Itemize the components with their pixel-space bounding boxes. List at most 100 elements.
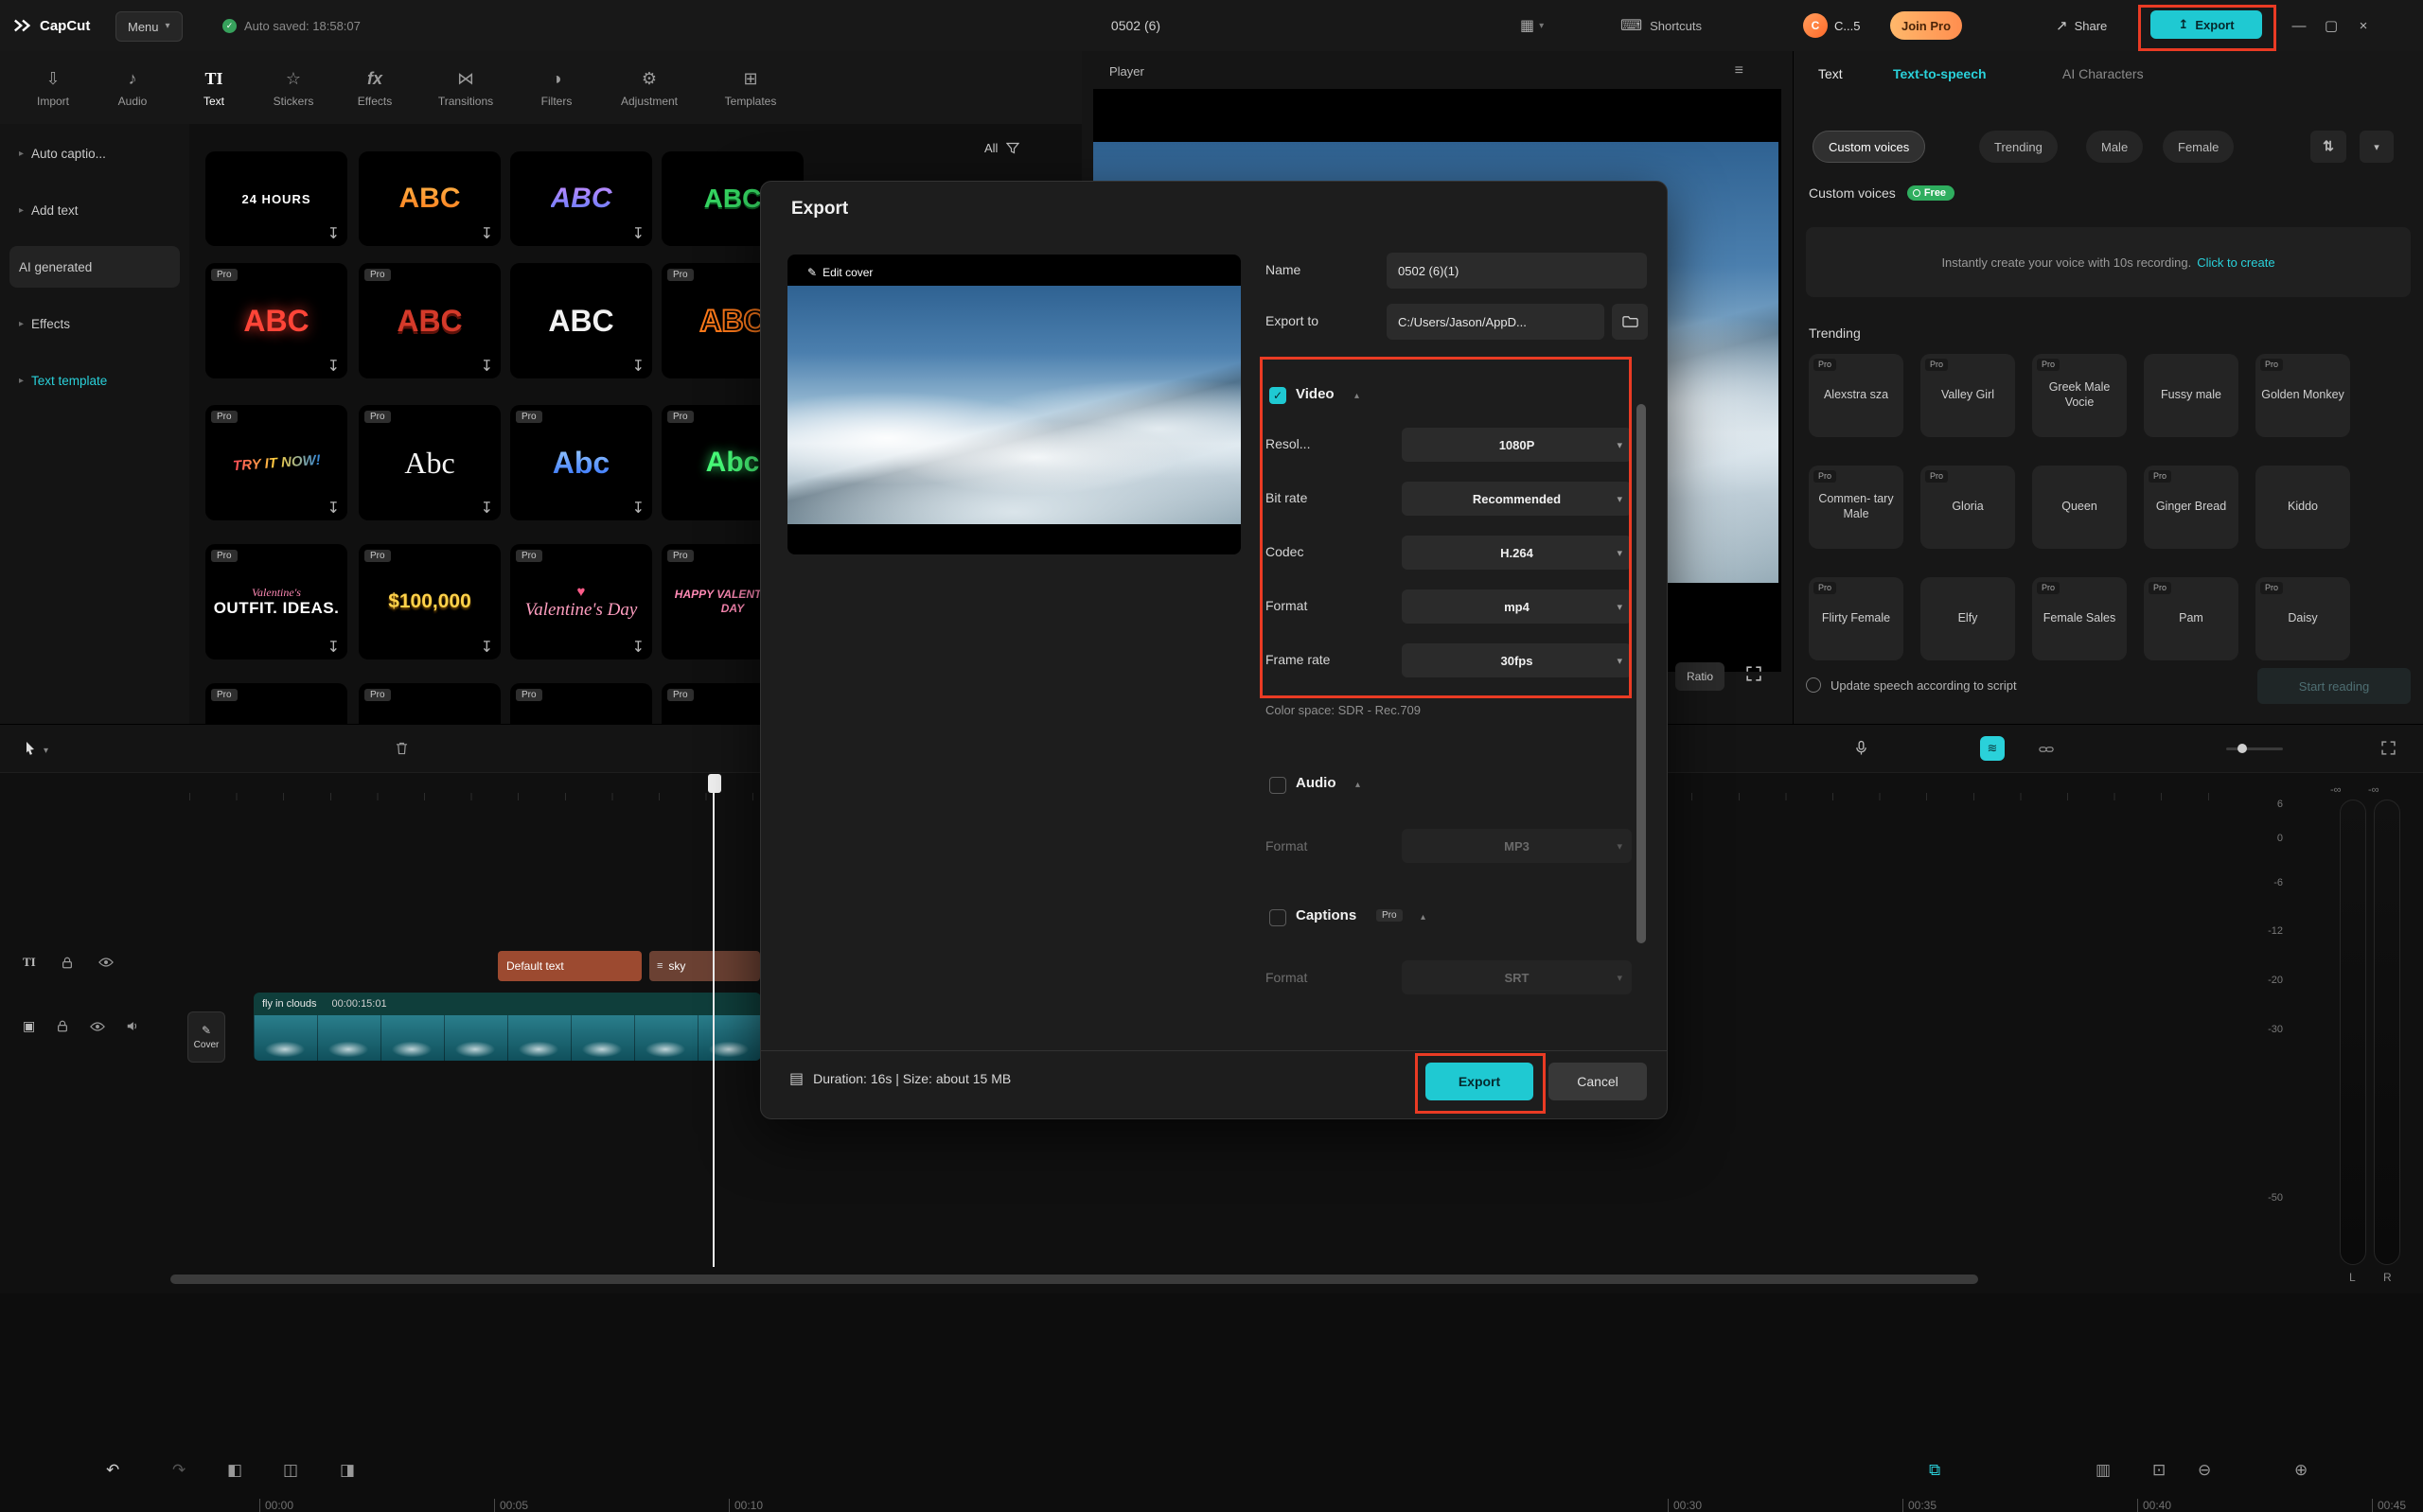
sort-voices-button[interactable]: ⇅ [2310,131,2346,163]
template-card[interactable]: ProHatta [205,683,347,724]
tab-text[interactable]: TI Text [182,59,246,117]
voice-card[interactable]: Pro Gloria [1920,466,2015,549]
name-input[interactable]: 0502 (6)(1) [1387,253,1647,289]
video-clip-fly-in-clouds[interactable]: fly in clouds 00:00:15:01 [254,993,761,1061]
download-icon[interactable]: ↧ [632,357,645,376]
template-card[interactable]: Pro $100,000 ↧ [359,544,501,659]
select-tool-icon[interactable] [25,741,36,756]
resolution-dropdown[interactable]: 1080P ▾ [1402,428,1632,462]
template-card[interactable]: ProABC↧ [205,263,347,378]
playhead-handle[interactable] [708,774,721,793]
tab-transitions[interactable]: ⋈ Transitions [411,59,521,117]
template-card[interactable]: ProAbc↧ [359,405,501,520]
pill-male[interactable]: Male [2086,131,2144,163]
lock-icon[interactable] [61,956,74,970]
tab-stickers[interactable]: ☆ Stickers [250,59,337,117]
library-filter[interactable]: All [984,141,1020,155]
cancel-button[interactable]: Cancel [1548,1063,1647,1100]
tab-text-to-speech[interactable]: Text-to-speech [1893,66,1987,81]
template-card[interactable]: ABC↧ [359,151,501,246]
collapse-filters-button[interactable]: ▾ [2360,131,2394,163]
export-confirm-button[interactable]: Export [1425,1063,1533,1100]
tab-effects[interactable]: fx Effects [343,59,407,117]
codec-dropdown[interactable]: H.264 ▾ [1402,536,1632,570]
tab-audio[interactable]: ♪ Audio [99,59,166,117]
trim-left-icon[interactable]: ◧ [227,1461,242,1480]
fullscreen-icon[interactable] [1746,666,1761,681]
fit-timeline-icon[interactable] [2381,741,2396,755]
download-icon[interactable]: ↧ [632,224,645,243]
minimize-button[interactable]: — [2283,18,2315,34]
cover-button[interactable]: ✎ Cover [187,1011,225,1063]
join-pro-button[interactable]: Join Pro [1890,11,1963,40]
link-icon[interactable] [2039,745,2054,754]
pill-custom-voices[interactable]: Custom voices [1813,131,1926,163]
voice-card[interactable]: Pro Pam [2144,577,2238,660]
export-button-top[interactable]: ↥ Export [2150,10,2262,39]
download-icon[interactable]: ↧ [327,224,340,243]
split-icon[interactable]: ◫ [283,1461,298,1480]
voice-card[interactable]: Pro Flirty Female [1809,577,1903,660]
tab-adjustment[interactable]: ⚙ Adjustment [592,59,706,117]
chevron-down-icon[interactable]: ▾ [44,746,48,756]
download-icon[interactable]: ↧ [327,499,340,518]
tab-text-panel[interactable]: Text [1818,66,1843,81]
download-icon[interactable]: ↧ [632,499,645,518]
export-path-input[interactable]: C:/Users/Jason/AppD... [1387,304,1604,340]
voice-card[interactable]: Elfy [1920,577,2015,660]
zoom-slider[interactable] [2226,744,2283,753]
download-icon[interactable]: ↧ [481,357,493,376]
template-card[interactable]: ABC↧ [510,263,652,378]
browse-folder-button[interactable] [1612,304,1648,340]
download-icon[interactable]: ↧ [481,638,493,657]
collapse-captions-icon[interactable]: ▴ [1421,912,1425,923]
undo-icon[interactable]: ↶ [106,1461,119,1480]
template-card[interactable]: ABC↧ [510,151,652,246]
split-view-icon[interactable]: ▥ [2096,1461,2111,1480]
video-checkbox[interactable]: ✓ [1269,387,1286,404]
template-card[interactable]: ProAbc↧ [510,405,652,520]
voice-card[interactable]: Pro Ginger Bread [2144,466,2238,549]
download-icon[interactable]: ↧ [327,638,340,657]
voice-card[interactable]: Pro Female Sales [2032,577,2127,660]
captions-checkbox[interactable] [1269,909,1286,926]
tab-filters[interactable]: ◑ Filters [524,59,589,117]
collapse-video-icon[interactable]: ▴ [1354,391,1359,401]
download-icon[interactable]: ↧ [632,638,645,657]
share-button[interactable]: ↗ Share [2056,0,2107,51]
voice-card[interactable]: Fussy male [2144,354,2238,437]
voice-card[interactable]: Pro Commen- tary Male [1809,466,1903,549]
bitrate-dropdown[interactable]: Recommended ▾ [1402,482,1632,516]
zoom-in-icon[interactable]: ⊕ [2294,1461,2308,1480]
maximize-button[interactable]: ▢ [2315,17,2347,34]
trim-right-icon[interactable]: ◨ [340,1461,355,1480]
download-icon[interactable]: ↧ [481,499,493,518]
audio-checkbox[interactable] [1269,777,1286,794]
display-icon[interactable]: ⊡ [2152,1461,2166,1480]
close-button[interactable]: × [2347,18,2379,34]
speaker-icon[interactable] [126,1020,139,1032]
sidebar-item-add-text[interactable]: ▸ Add text [9,189,180,231]
timeline-scrollbar[interactable] [170,1275,1978,1284]
voice-card[interactable]: Pro Greek Male Vocie [2032,354,2127,437]
sidebar-item-effects[interactable]: ▸ Effects [9,303,180,344]
voice-card[interactable]: Kiddo [2255,466,2350,549]
template-card[interactable]: ProABC↧ [359,263,501,378]
download-icon[interactable]: ↧ [327,357,340,376]
text-clip-default-text[interactable]: Default text [498,951,642,981]
voice-card[interactable]: Queen [2032,466,2127,549]
sidebar-item-ai-generated[interactable]: AI generated [9,246,180,288]
menu-button[interactable]: Menu ▾ [115,11,183,42]
eye-icon[interactable] [97,957,114,968]
download-icon[interactable]: ↧ [481,224,493,243]
eye-icon[interactable] [90,1021,106,1032]
voice-card[interactable]: Pro Alexstra sza [1809,354,1903,437]
sidebar-item-auto-captions[interactable]: ▸ Auto captio... [9,132,180,174]
edit-cover-button[interactable]: ✎ Edit cover [799,263,882,282]
redo-icon[interactable]: ↷ [172,1461,186,1480]
snapping-icon[interactable]: ≋ [1980,736,2005,761]
template-card[interactable]: Pro [359,683,501,724]
voice-card[interactable]: Pro Golden Monkey [2255,354,2350,437]
delete-icon[interactable] [396,741,408,756]
voice-card[interactable]: Pro Daisy [2255,577,2350,660]
